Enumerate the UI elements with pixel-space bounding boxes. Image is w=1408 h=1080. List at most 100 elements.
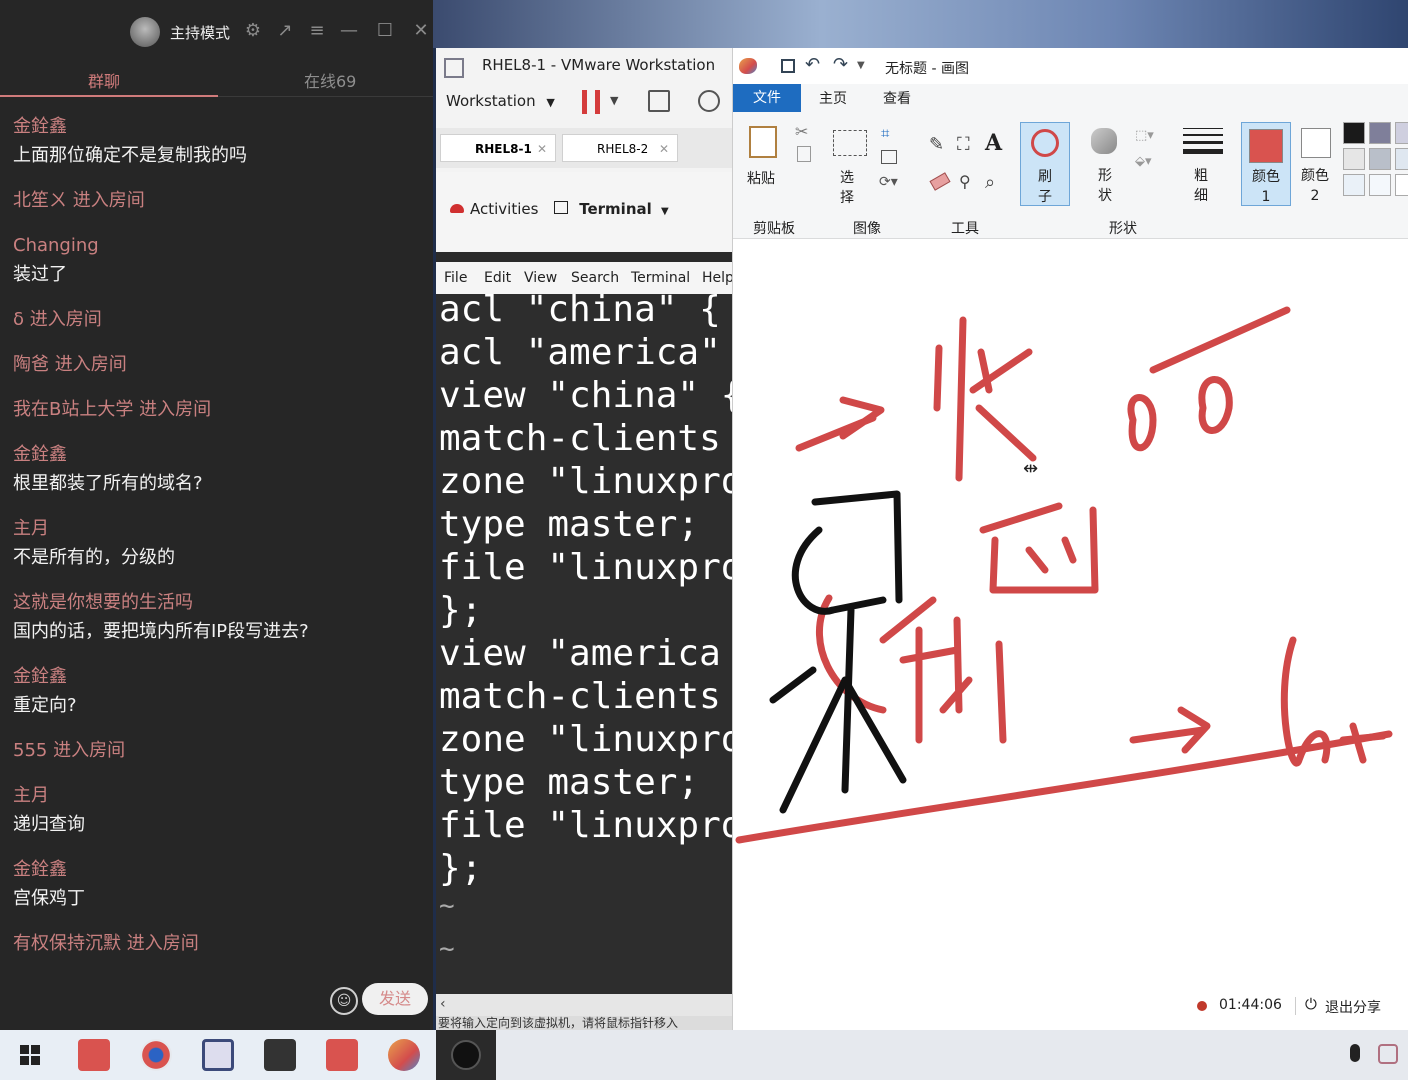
- palette-swatch[interactable]: [1395, 174, 1408, 196]
- paste-icon: [749, 126, 777, 158]
- magnifier-icon[interactable]: ⌕: [985, 172, 995, 193]
- menu-help[interactable]: Help: [702, 270, 732, 286]
- terminal-line: file "linuxpro: [439, 805, 732, 846]
- menu-file[interactable]: File: [444, 270, 467, 286]
- microphone-icon[interactable]: [1350, 1044, 1360, 1062]
- chevron-left-icon[interactable]: ‹: [440, 996, 446, 1012]
- screen-share-icon[interactable]: [264, 1039, 296, 1071]
- brush-button[interactable]: 刷子: [1020, 122, 1070, 206]
- crop-icon[interactable]: ⌗: [881, 124, 889, 142]
- power-icon[interactable]: ⏻: [1305, 995, 1317, 1013]
- fill-style-icon[interactable]: ⬙▾: [1135, 154, 1152, 169]
- palette-swatch[interactable]: [1343, 174, 1365, 196]
- ribbon-tabs: 文件 主页 查看: [733, 84, 1408, 112]
- redo-icon[interactable]: ↷: [833, 54, 848, 75]
- pencil-icon[interactable]: ✎: [929, 134, 944, 155]
- activities-button[interactable]: Activities: [470, 200, 538, 218]
- popout-icon[interactable]: ↗: [274, 20, 296, 42]
- menu-terminal[interactable]: Terminal: [631, 270, 690, 286]
- color-palette: [1343, 122, 1408, 206]
- paste-label: 粘贴: [747, 171, 775, 187]
- tab-view[interactable]: 查看: [883, 88, 911, 108]
- paint-app-icon: [739, 58, 757, 74]
- tab-rhel8-2[interactable]: RHEL8-2 ✕: [562, 134, 678, 162]
- exit-share-button[interactable]: 退出分享: [1325, 997, 1381, 1017]
- eraser-icon[interactable]: [929, 172, 951, 191]
- minimize-icon[interactable]: —: [338, 20, 360, 42]
- tab-online[interactable]: 在线69: [304, 68, 356, 92]
- palette-swatch[interactable]: [1369, 174, 1391, 196]
- vmware-taskbar-icon[interactable]: [202, 1039, 234, 1071]
- file-manager-icon[interactable]: [78, 1039, 110, 1071]
- copy-icon[interactable]: [797, 146, 811, 162]
- paint-taskbar-icon[interactable]: [388, 1039, 420, 1071]
- emoji-icon[interactable]: ☺: [330, 987, 358, 1015]
- browser-icon[interactable]: [140, 1039, 172, 1071]
- palette-swatch[interactable]: [1369, 122, 1391, 144]
- stick-figure-head: [791, 490, 903, 615]
- brush-label: 刷子: [1038, 169, 1052, 205]
- settings-icon[interactable]: ⚙: [242, 20, 264, 42]
- terminal-output[interactable]: acl "china" { acl "america" view "china"…: [436, 289, 732, 994]
- save-icon[interactable]: [781, 59, 795, 73]
- chevron-down-icon[interactable]: ▼: [610, 94, 618, 107]
- close-icon[interactable]: ✕: [537, 135, 547, 163]
- snapshot-icon[interactable]: [698, 90, 720, 112]
- shapes-button[interactable]: 形状: [1085, 124, 1131, 206]
- join-notice: 我在B站上大学 进入房间: [13, 399, 212, 420]
- close-icon[interactable]: ✕: [410, 20, 432, 42]
- chevron-down-icon: ▼: [546, 96, 555, 109]
- close-icon[interactable]: ✕: [659, 135, 669, 163]
- vm-screen[interactable]: Activities Terminal ▼ File Edit View Sea…: [436, 172, 732, 994]
- brush-stroke: [979, 502, 1099, 594]
- palette-swatch[interactable]: [1369, 148, 1391, 170]
- tab-file[interactable]: 文件: [733, 84, 801, 112]
- outline-icon[interactable]: ⬚▾: [1135, 128, 1154, 143]
- resize-icon[interactable]: [881, 150, 897, 164]
- desktop-background: [430, 0, 1408, 48]
- text-icon[interactable]: A: [985, 130, 1002, 156]
- rotate-icon[interactable]: ⟳▾: [879, 174, 898, 190]
- message-nick: 金銓鑫: [13, 859, 67, 880]
- classroom-app-icon[interactable]: [326, 1039, 358, 1071]
- tray-app-icon[interactable]: [1378, 1044, 1398, 1064]
- color2-button[interactable]: 颜色 2: [1295, 124, 1335, 206]
- terminal-line: match-clients: [439, 418, 721, 459]
- palette-swatch[interactable]: [1343, 122, 1365, 144]
- terminal-app-menu[interactable]: Terminal ▼: [554, 200, 669, 218]
- maximize-icon[interactable]: ☐: [374, 20, 396, 42]
- select-button[interactable]: 选择: [831, 128, 871, 208]
- vmware-titlebar: RHEL8-1 - VMware Workstation: [436, 48, 732, 84]
- tab-group-chat[interactable]: 群聊: [88, 68, 120, 92]
- send-button[interactable]: 发送: [362, 983, 428, 1015]
- menu-search[interactable]: Search: [571, 270, 619, 286]
- workstation-menu[interactable]: Workstation ▼: [446, 92, 555, 110]
- menu-view[interactable]: View: [524, 270, 557, 286]
- quick-access-dropdown-icon[interactable]: ▼: [857, 60, 865, 71]
- horizontal-scrollbar[interactable]: ‹: [436, 994, 732, 1016]
- tab-home[interactable]: 主页: [819, 88, 847, 108]
- palette-swatch[interactable]: [1395, 148, 1408, 170]
- terminal-line: zone "linuxpro: [439, 719, 732, 760]
- paste-button[interactable]: 粘贴: [745, 122, 785, 202]
- menu-icon[interactable]: ≡: [306, 20, 328, 42]
- select-icon: [833, 130, 867, 156]
- cut-icon[interactable]: ✂: [795, 122, 808, 141]
- windows-start-icon[interactable]: [20, 1045, 40, 1065]
- color1-button[interactable]: 颜色 1: [1241, 122, 1291, 206]
- menu-edit[interactable]: Edit: [484, 270, 511, 286]
- message-text: 递归查询: [13, 814, 85, 835]
- undo-icon[interactable]: ↶: [805, 54, 820, 75]
- tab-rhel8-1[interactable]: RHEL8-1 ✕: [440, 134, 556, 162]
- pause-icon[interactable]: [582, 90, 600, 114]
- active-app-icon[interactable]: [436, 1030, 496, 1080]
- fill-icon[interactable]: ⛶: [957, 134, 970, 155]
- palette-swatch[interactable]: [1343, 148, 1365, 170]
- palette-swatch[interactable]: [1395, 122, 1408, 144]
- send-keys-icon[interactable]: [648, 90, 670, 112]
- avatar[interactable]: [130, 17, 160, 47]
- color-picker-icon[interactable]: ⚲: [959, 172, 971, 191]
- thickness-button[interactable]: 粗细: [1179, 124, 1225, 206]
- paint-title: 无标题 - 画图: [885, 61, 969, 77]
- drawing-canvas[interactable]: ⇹: [733, 240, 1408, 1030]
